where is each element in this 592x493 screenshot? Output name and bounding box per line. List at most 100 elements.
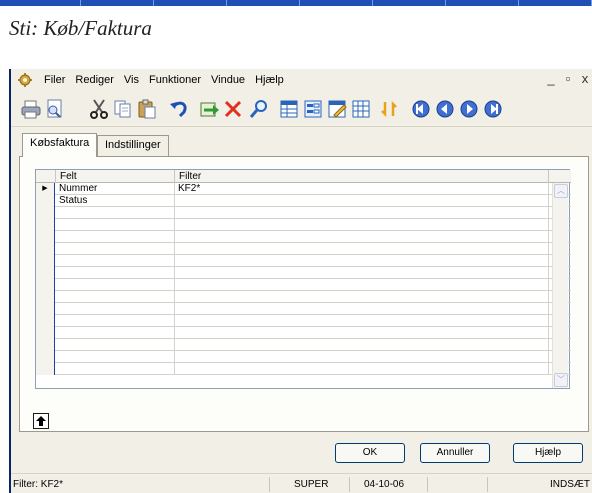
felt-cell[interactable] xyxy=(56,339,175,351)
table-row[interactable]: ▶ Nummer KF2* xyxy=(36,183,571,195)
new-record-icon[interactable] xyxy=(197,97,221,121)
filter-cell[interactable] xyxy=(175,255,549,267)
felt-cell[interactable]: Status xyxy=(56,195,175,207)
last-icon[interactable] xyxy=(481,97,505,121)
minimize-button[interactable]: _ xyxy=(544,71,558,86)
filter-cell[interactable] xyxy=(175,231,549,243)
table-row[interactable] xyxy=(36,243,571,255)
filter-cell[interactable] xyxy=(175,327,549,339)
scroll-down-icon[interactable]: ﹀ xyxy=(554,373,568,387)
undo-icon[interactable] xyxy=(167,97,191,121)
close-button[interactable]: x xyxy=(578,71,592,86)
restore-button[interactable]: ▫ xyxy=(561,71,575,86)
row-indicator: ▶ xyxy=(36,183,55,195)
edit-view-icon[interactable] xyxy=(325,97,349,121)
search-icon[interactable] xyxy=(247,97,271,121)
top-band-cells xyxy=(8,0,592,6)
felt-cell[interactable] xyxy=(56,231,175,243)
felt-cell[interactable] xyxy=(56,219,175,231)
filter-cell[interactable] xyxy=(175,363,549,375)
felt-cell[interactable] xyxy=(56,315,175,327)
vertical-scrollbar[interactable]: ︿ ﹀ xyxy=(552,183,568,388)
grid-header: Felt Filter xyxy=(36,170,571,183)
print-preview-icon[interactable] xyxy=(43,97,67,121)
tab-indstillinger[interactable]: Indstillinger xyxy=(97,135,169,156)
filter-cell[interactable] xyxy=(175,279,549,291)
table-view-icon[interactable] xyxy=(277,97,301,121)
print-icon[interactable] xyxy=(19,97,43,121)
menu-vindue[interactable]: Vindue xyxy=(206,74,250,86)
delete-icon[interactable] xyxy=(221,97,245,121)
cut-icon[interactable] xyxy=(87,97,111,121)
filter-cell[interactable]: KF2* xyxy=(175,183,549,195)
menu-filer[interactable]: Filer xyxy=(39,74,70,86)
table-row[interactable] xyxy=(36,207,571,219)
header-corner xyxy=(36,170,56,183)
felt-cell[interactable]: Nummer xyxy=(56,183,175,195)
column-header-felt[interactable]: Felt xyxy=(56,170,175,183)
table-row[interactable] xyxy=(36,267,571,279)
form-view-icon[interactable] xyxy=(301,97,325,121)
table-row[interactable] xyxy=(36,315,571,327)
table-row[interactable] xyxy=(36,303,571,315)
first-icon[interactable] xyxy=(409,97,433,121)
scroll-up-icon[interactable]: ︿ xyxy=(554,184,568,198)
filter-cell[interactable] xyxy=(175,351,549,363)
status-date: 04-10-06 xyxy=(349,477,427,492)
table-row[interactable] xyxy=(36,339,571,351)
felt-cell[interactable] xyxy=(56,303,175,315)
help-button[interactable]: Hjælp xyxy=(513,443,583,463)
copy-icon[interactable] xyxy=(111,97,135,121)
felt-cell[interactable] xyxy=(56,279,175,291)
table-row[interactable] xyxy=(36,255,571,267)
ok-button[interactable]: OK xyxy=(335,443,405,463)
table-row[interactable] xyxy=(36,327,571,339)
filter-cell[interactable] xyxy=(175,303,549,315)
menu-bar: Filer Rediger Vis Funktioner Vindue Hjæl… xyxy=(11,69,592,91)
menu-rediger[interactable]: Rediger xyxy=(70,74,119,86)
table-row[interactable]: Status xyxy=(36,195,571,207)
table-row[interactable] xyxy=(36,351,571,363)
table-row[interactable] xyxy=(36,291,571,303)
felt-cell[interactable] xyxy=(56,207,175,219)
window-controls: _ ▫ x xyxy=(544,71,592,86)
felt-cell[interactable] xyxy=(56,243,175,255)
menu-vis[interactable]: Vis xyxy=(119,74,144,86)
tab-kobsfaktura[interactable]: Købsfaktura xyxy=(22,133,98,157)
grid-icon[interactable] xyxy=(349,97,373,121)
path-caption: Sti: Køb/Faktura xyxy=(9,16,152,40)
filter-cell[interactable] xyxy=(175,207,549,219)
paste-icon[interactable] xyxy=(135,97,159,121)
refresh-icon[interactable] xyxy=(377,97,401,121)
status-empty xyxy=(427,477,487,492)
felt-cell[interactable] xyxy=(56,327,175,339)
next-icon[interactable] xyxy=(457,97,481,121)
felt-cell[interactable] xyxy=(56,267,175,279)
grid-body: ▶ Nummer KF2* Status xyxy=(36,183,571,388)
cancel-button[interactable]: Annuller xyxy=(420,443,490,463)
filter-cell[interactable] xyxy=(175,243,549,255)
status-user: SUPER xyxy=(269,477,349,492)
felt-cell[interactable] xyxy=(56,291,175,303)
felt-cell[interactable] xyxy=(56,351,175,363)
table-row[interactable] xyxy=(36,279,571,291)
filter-cell[interactable] xyxy=(175,195,549,207)
table-row[interactable] xyxy=(36,363,571,375)
filter-cell[interactable] xyxy=(175,291,549,303)
felt-cell[interactable] xyxy=(56,363,175,375)
table-row[interactable] xyxy=(36,219,571,231)
menu-hjaelp[interactable]: Hjælp xyxy=(250,74,289,86)
move-up-button[interactable] xyxy=(33,413,49,429)
row-indicator xyxy=(36,195,55,207)
filter-cell[interactable] xyxy=(175,267,549,279)
filter-cell[interactable] xyxy=(175,315,549,327)
toolbar xyxy=(11,91,592,127)
filter-cell[interactable] xyxy=(175,219,549,231)
table-row[interactable] xyxy=(36,231,571,243)
previous-icon[interactable] xyxy=(433,97,457,121)
column-header-filter[interactable]: Filter xyxy=(175,170,549,183)
felt-cell[interactable] xyxy=(56,255,175,267)
app-gear-icon[interactable] xyxy=(17,72,33,88)
menu-funktioner[interactable]: Funktioner xyxy=(144,74,206,86)
filter-cell[interactable] xyxy=(175,339,549,351)
